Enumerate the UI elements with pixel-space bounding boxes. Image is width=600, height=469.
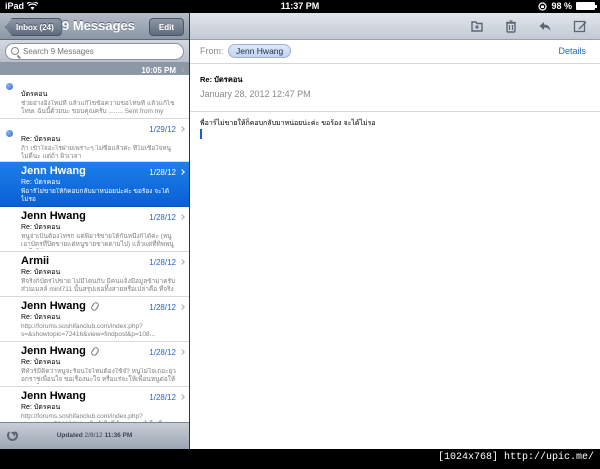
message-preview: http://forums.soshifanclub.com/index.php… xyxy=(21,413,171,422)
status-clock: 11:37 PM xyxy=(280,1,320,11)
from-row: From: Jenn Hwang Details xyxy=(190,40,600,64)
search-field[interactable] xyxy=(5,43,184,60)
message-date: 1/28/12 xyxy=(149,168,176,177)
message-date: 1/28/12 xyxy=(149,303,176,312)
message-date: 1/29/12 xyxy=(149,125,176,134)
message-toolbar xyxy=(190,13,600,40)
updated-label: Updated xyxy=(56,432,83,439)
inbox-back-button[interactable]: Inbox (24) xyxy=(5,18,62,36)
message-view-pane: From: Jenn Hwang Details Re: บัตรคอน Jan… xyxy=(190,13,600,449)
message-subject: Re: บัตรคอน xyxy=(21,314,61,321)
unread-dot-icon xyxy=(6,83,13,90)
bottom-band: [1024x768] http://upic.me/ xyxy=(0,449,600,469)
message-body[interactable]: พี่อาร์ไม่ขายให้ก็คอบกลับมาหน่อยน่ะค่ะ ข… xyxy=(200,118,376,129)
search-input[interactable] xyxy=(23,45,178,58)
message-subject: Re: บัตรคอน xyxy=(21,136,61,143)
from-label: From: xyxy=(200,46,224,56)
details-link[interactable]: Details xyxy=(558,46,586,56)
updated-date: 2/8/12 xyxy=(84,432,103,439)
message-date: 1/28/12 xyxy=(149,348,176,357)
message-row[interactable]: Jenn Hwang 1/28/12 Re: บัตรคอน พี่อาร์ไม่ขา… xyxy=(0,162,189,207)
sender-chip[interactable]: Jenn Hwang xyxy=(228,44,292,58)
rotation-lock-icon xyxy=(538,1,548,11)
chevron-right-icon xyxy=(179,214,185,220)
message-date: 1/28/12 xyxy=(149,213,176,222)
chevron-right-icon xyxy=(179,259,185,265)
unread-dot-icon xyxy=(6,130,13,137)
message-preview: หนูจ่าเป็นต้องโทรก แต่พี่อาร์ขายให้กันหน… xyxy=(21,233,174,248)
message-list-pane: Inbox (24) 9 Messages Edit 10:05 PM บัตรค… xyxy=(0,13,189,449)
message-preview: ถ้า เข้าใจอะไรผ่ายเพราะๆ ไม่ซื้อแล้วค่ะ … xyxy=(21,145,171,160)
reply-icon[interactable] xyxy=(538,19,552,33)
battery-icon xyxy=(576,2,597,10)
message-row[interactable]: Jenn Hwang 1/28/12 Re: บัตรคอน http://forum… xyxy=(0,387,189,422)
message-subject: Re: บัตรคอน xyxy=(21,359,61,366)
message-row[interactable]: 1/29/12 Re: บัตรคอนถ้า เข้าใจอะไรผ่ายเพรา… xyxy=(0,119,189,162)
message-preview: พี่อาร์ไม่ขายให้ก็คอบกลับมาหน่อยน่ะค่ะ ข… xyxy=(21,188,170,203)
chevron-right-icon xyxy=(179,126,185,132)
compose-icon[interactable] xyxy=(573,19,587,33)
chevron-right-icon xyxy=(179,169,185,175)
message-list: 10:05 PM บัตรคอนช่วยอ่างอิงใหม่ที แล้วแก้… xyxy=(0,63,189,422)
watermark: [1024x768] http://upic.me/ xyxy=(437,452,594,463)
search-bar xyxy=(0,40,189,63)
message-header: Re: บัตรคอน January 28, 2012 12:47 PM xyxy=(190,64,600,112)
message-row[interactable]: 10:05 PM บัตรคอนช่วยอ่างอิงใหม่ที แล้วแก้… xyxy=(0,63,189,119)
updated-status: Updated 2/8/12 11:36 PM xyxy=(0,432,189,439)
message-date: 10:05 PM xyxy=(141,66,176,75)
message-date: 1/28/12 xyxy=(149,258,176,267)
message-row[interactable]: Jenn Hwang 1/28/12 Re: บัตรคอน http://forum… xyxy=(0,297,189,342)
trash-icon[interactable] xyxy=(504,19,518,33)
message-subject: Re: บัตรคอน xyxy=(21,179,61,186)
message-preview: ที่ทัวร์มีคิดว่าหนูจะร้อนใจไหมต้องใช้จ๋?… xyxy=(21,368,176,383)
message-row[interactable]: Jenn Hwang 1/28/12 Re: บัตรคอน หนูจ่าเป็นต้… xyxy=(0,207,189,252)
chevron-right-icon xyxy=(179,304,185,310)
message-subject: Re: บัตรคอน xyxy=(21,404,61,411)
message-row[interactable]: Armii 1/28/12 Re: บัตรคอน ที่จริงก็บัตรไปขา… xyxy=(0,252,189,297)
edit-button[interactable]: Edit xyxy=(148,18,184,36)
message-subject: Re: บัตรคอน xyxy=(200,75,243,84)
message-preview: ช่วยอ่างอิงใหม่ที แล้วแก้ไขข้อความขอโทษท… xyxy=(21,100,175,115)
chevron-right-icon xyxy=(179,349,185,355)
mailbox-title: 9 Messages xyxy=(62,18,135,33)
message-date: January 28, 2012 12:47 PM xyxy=(200,89,311,99)
mailbox-bottom-bar: Updated 2/8/12 11:36 PM xyxy=(0,422,189,449)
status-bar: iPad 11:37 PM 98 % xyxy=(0,0,600,13)
text-cursor xyxy=(200,129,202,139)
message-subject: Re: บัตรคอน xyxy=(21,224,61,231)
message-preview: http://forums.soshifanclub.com/index.php… xyxy=(21,323,156,338)
chevron-right-icon xyxy=(179,67,185,73)
message-subject: Re: บัตรคอน xyxy=(21,269,61,276)
message-preview: ที่จริงก็บัตรไปขาย ไม่มีโดนกับ มีคนแจ้งม… xyxy=(21,278,176,293)
chevron-right-icon xyxy=(179,394,185,400)
message-subject: บัตรคอน xyxy=(21,91,48,98)
battery-percent: 98 % xyxy=(551,1,572,11)
updated-time: 11:36 PM xyxy=(104,432,133,439)
message-row[interactable]: Jenn Hwang 1/28/12 Re: บัตรคอน ที่ทัวร์มีคิ… xyxy=(0,342,189,387)
message-sender xyxy=(21,77,176,89)
search-icon xyxy=(11,47,19,55)
mailbox-toolbar: Inbox (24) 9 Messages Edit xyxy=(0,13,189,40)
folder-icon[interactable] xyxy=(470,19,484,33)
message-date: 1/28/12 xyxy=(149,393,176,402)
